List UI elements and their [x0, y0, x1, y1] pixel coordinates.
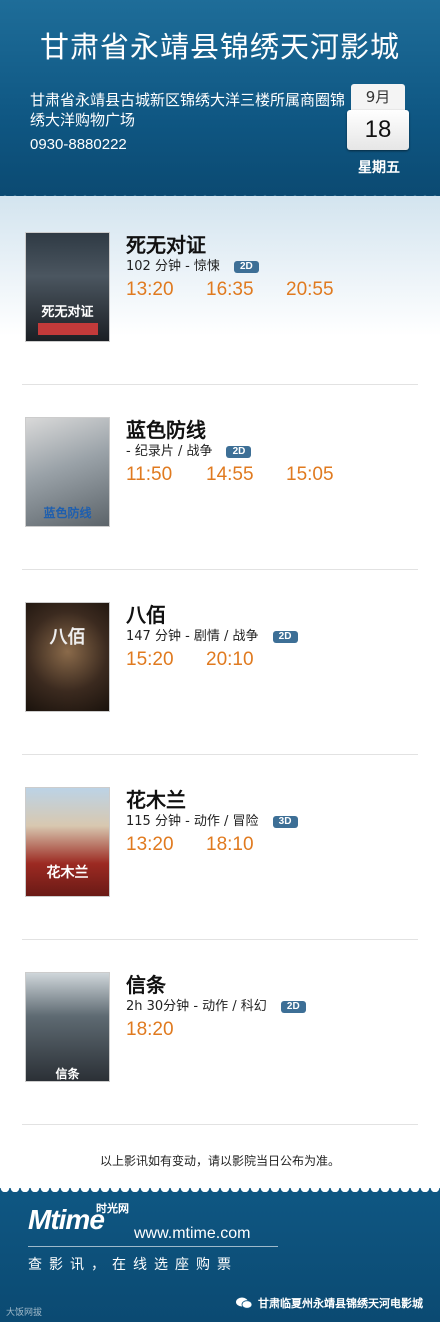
- divider: [22, 939, 418, 940]
- showtimes: 18:20: [126, 1019, 206, 1041]
- movie-title[interactable]: 八佰: [126, 599, 166, 628]
- movie-meta: - 纪录片 / 战争 2D: [126, 440, 252, 459]
- movie-meta: 102 分钟 - 惊悚 2D: [126, 255, 259, 274]
- wechat-icon: [236, 1297, 252, 1309]
- showtime[interactable]: 15:20: [126, 649, 206, 671]
- format-badge: 2D: [226, 446, 252, 458]
- showtime[interactable]: 13:20: [126, 279, 206, 301]
- format-badge: 3D: [272, 816, 298, 828]
- divider: [22, 754, 418, 755]
- showtime[interactable]: 15:05: [286, 464, 366, 486]
- showtimes: 15:20 20:10: [126, 649, 286, 671]
- movie-poster[interactable]: 死无对证: [25, 232, 110, 342]
- movie-poster[interactable]: 八佰: [25, 602, 110, 712]
- movie-title[interactable]: 信条: [126, 969, 166, 998]
- schedule-notice: 以上影讯如有变动，请以影院当日公布为准。: [99, 1154, 340, 1168]
- cinema-name: 甘肃省永靖县锦绣天河影城: [39, 30, 400, 64]
- calendar-month: 9月: [351, 84, 405, 110]
- footer-divider: [28, 1246, 278, 1247]
- showtime[interactable]: 20:55: [286, 279, 366, 301]
- movie-meta-text: 2h 30分钟 - 动作 / 科幻: [126, 999, 267, 1014]
- calendar-day: 18: [347, 110, 409, 150]
- showtime[interactable]: 18:10: [206, 834, 286, 856]
- showtimes: 11:50 14:55 15:05: [126, 464, 366, 486]
- watermark: 大饭网拔: [6, 1308, 43, 1318]
- movie-item[interactable]: 八佰 八佰 147 分钟 - 剧情 / 战争 2D 15:20 20:10: [0, 602, 440, 787]
- mtime-logo[interactable]: Mtime: [28, 1204, 105, 1236]
- poster-title: 花木兰: [46, 865, 89, 881]
- format-badge: 2D: [233, 261, 259, 273]
- mtime-logo-cn: 时光网: [96, 1202, 129, 1215]
- movie-meta-text: 147 分钟 - 剧情 / 战争: [126, 629, 259, 644]
- format-badge: 2D: [272, 631, 298, 643]
- footer-slogan: 查影讯，在线选座购票: [28, 1257, 238, 1273]
- cinema-header: 甘肃省永靖县锦绣天河影城 甘肃省永靖县古城新区锦绣大洋三楼所属商圈锦绣大洋购物广…: [0, 0, 440, 196]
- movie-meta-text: 115 分钟 - 动作 / 冒险: [126, 814, 259, 829]
- mtime-url[interactable]: www.mtime.com: [134, 1225, 250, 1243]
- showtime[interactable]: 13:20: [126, 834, 206, 856]
- cinema-phone[interactable]: 0930-8880222: [30, 136, 127, 153]
- movie-title[interactable]: 蓝色防线: [126, 414, 206, 443]
- divider: [22, 384, 418, 385]
- movie-title[interactable]: 死无对证: [126, 229, 206, 258]
- calendar-icon: 9月 18: [347, 84, 409, 150]
- movie-item[interactable]: 死无对证 死无对证 102 分钟 - 惊悚 2D 13:20 16:35 20:55: [0, 232, 440, 417]
- showtime[interactable]: 20:10: [206, 649, 286, 671]
- cinema-address: 甘肃省永靖县古城新区锦绣大洋三楼所属商圈锦绣大洋购物广场: [30, 91, 346, 129]
- calendar-weekday: 星期五: [358, 160, 400, 176]
- poster-title: 八佰: [49, 627, 86, 648]
- showtime[interactable]: 16:35: [206, 279, 286, 301]
- footer: Mtime 时光网 www.mtime.com 查影讯，在线选座购票 甘肃临夏州…: [0, 1188, 440, 1322]
- poster-title: 死无对证: [41, 305, 94, 320]
- movie-meta: 115 分钟 - 动作 / 冒险 3D: [126, 810, 298, 829]
- movie-meta: 147 分钟 - 剧情 / 战争 2D: [126, 625, 298, 644]
- showtimes: 13:20 16:35 20:55: [126, 279, 366, 301]
- wechat-account-name: 甘肃临夏州永靖县锦绣天河电影城: [258, 1297, 423, 1310]
- movie-meta: 2h 30分钟 - 动作 / 科幻 2D: [126, 995, 306, 1014]
- format-badge: 2D: [280, 1001, 306, 1013]
- divider: [22, 569, 418, 570]
- movie-poster[interactable]: 花木兰: [25, 787, 110, 897]
- showtime[interactable]: 18:20: [126, 1019, 206, 1041]
- movie-item[interactable]: 信条 信条 2h 30分钟 - 动作 / 科幻 2D 18:20: [0, 972, 440, 1157]
- scallop-divider: [0, 1182, 440, 1192]
- movie-item[interactable]: 花木兰 花木兰 115 分钟 - 动作 / 冒险 3D 13:20 18:10: [0, 787, 440, 972]
- movie-meta-text: 102 分钟 - 惊悚: [126, 259, 220, 274]
- poster-title: 蓝色防线: [43, 506, 92, 520]
- wechat-account[interactable]: 甘肃临夏州永靖县锦绣天河电影城: [236, 1295, 423, 1311]
- movie-meta-text: - 纪录片 / 战争: [126, 444, 213, 459]
- divider: [22, 1124, 418, 1125]
- movie-poster[interactable]: 蓝色防线: [25, 417, 110, 527]
- showtimes: 13:20 18:10: [126, 834, 286, 856]
- showtime[interactable]: 14:55: [206, 464, 286, 486]
- poster-banner: [38, 323, 98, 335]
- movie-poster[interactable]: 信条: [25, 972, 110, 1082]
- movie-item[interactable]: 蓝色防线 蓝色防线 - 纪录片 / 战争 2D 11:50 14:55 15:05: [0, 417, 440, 602]
- poster-title: 信条: [55, 1067, 80, 1081]
- showtime[interactable]: 11:50: [126, 464, 206, 486]
- movie-title[interactable]: 花木兰: [126, 784, 186, 813]
